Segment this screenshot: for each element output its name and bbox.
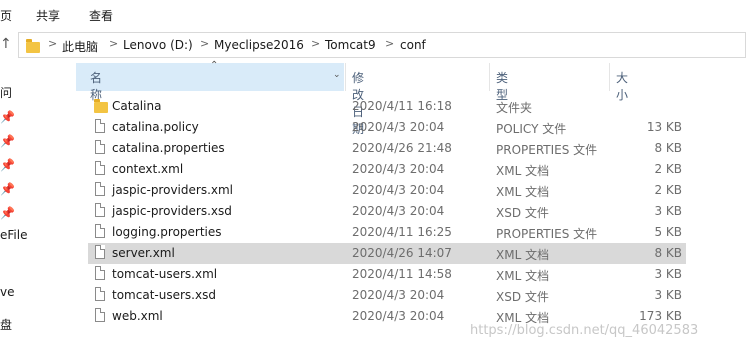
file-type: POLICY 文件 [496, 122, 567, 136]
file-icon [95, 182, 105, 196]
file-type: XSD 文件 [496, 206, 549, 220]
column-divider[interactable] [345, 63, 346, 91]
breadcrumb-myeclipse2016[interactable]: Myeclipse2016 [214, 38, 304, 52]
file-size: 3 KB [654, 288, 682, 302]
file-name: catalina.properties [112, 141, 225, 155]
file-name: server.xml [112, 246, 175, 260]
file-date: 2020/4/3 20:04 [352, 162, 445, 176]
breadcrumb-tomcat9[interactable]: Tomcat9 [325, 38, 376, 52]
folder-icon [94, 99, 108, 113]
file-date: 2020/4/3 20:04 [352, 288, 445, 302]
breadcrumb-separator: > [48, 37, 58, 50]
watermark: https://blog.csdn.net/qq_46042583 [470, 323, 699, 338]
file-date: 2020/4/3 20:04 [352, 120, 445, 134]
file-date: 2020/4/3 20:04 [352, 204, 445, 218]
nav-item[interactable]: 问 [0, 84, 12, 101]
file-name: tomcat-users.xsd [112, 288, 216, 302]
file-size: 8 KB [654, 141, 682, 155]
file-type: XML 文档 [496, 164, 550, 178]
file-icon [95, 161, 105, 175]
file-size: 5 KB [654, 225, 682, 239]
nav-item[interactable]: eFile [0, 228, 27, 242]
nav-item[interactable]: ve [0, 285, 14, 299]
file-size: 3 KB [654, 204, 682, 218]
file-row[interactable]: server.xml 2020/4/26 14:07 XML 文档 8 KB [88, 243, 686, 264]
breadcrumb-this-pc[interactable]: 此电脑 [62, 38, 98, 55]
file-date: 2020/4/3 20:04 [352, 309, 445, 323]
pin-icon: 📌 [0, 134, 15, 148]
file-row[interactable]: catalina.properties 2020/4/26 21:48 PROPER… [88, 138, 686, 159]
pin-icon: 📌 [0, 110, 15, 124]
file-size: 13 KB [646, 120, 682, 134]
file-row[interactable]: Catalina 2020/4/11 16:18 文件夹 [88, 96, 686, 117]
file-size: 2 KB [654, 162, 682, 176]
breadcrumb-separator: > [311, 37, 321, 50]
file-type: 文件夹 [496, 101, 533, 115]
file-type: XML 文档 [496, 269, 550, 283]
file-name: web.xml [112, 309, 163, 323]
file-size: 8 KB [654, 246, 682, 260]
ribbon: 页 共享 查看 [0, 0, 746, 30]
file-size: 3 KB [654, 267, 682, 281]
file-icon [95, 245, 105, 259]
ribbon-tab-page[interactable]: 页 [0, 7, 12, 24]
file-type: XML 文档 [496, 185, 550, 199]
navigation-pane: 问 eFile ve 盘 📌 📌 📌 📌 📌 [0, 62, 78, 351]
file-type: XSD 文件 [496, 290, 549, 304]
nav-item[interactable]: 盘 [0, 316, 12, 333]
column-divider[interactable] [609, 63, 610, 91]
file-name: context.xml [112, 162, 184, 176]
ribbon-tab-view[interactable]: 查看 [89, 7, 113, 24]
file-date: 2020/4/3 20:04 [352, 183, 445, 197]
file-name: tomcat-users.xml [112, 267, 218, 281]
column-divider[interactable] [489, 63, 490, 91]
ribbon-tab-share[interactable]: 共享 [36, 7, 60, 24]
file-type: PROPERTIES 文件 [496, 227, 598, 241]
file-row[interactable]: jaspic-providers.xsd 2020/4/3 20:04 XSD 文件… [88, 201, 686, 222]
file-type: XML 文档 [496, 248, 550, 262]
folder-icon [26, 39, 40, 53]
file-date: 2020/4/11 16:18 [352, 99, 452, 113]
file-row[interactable]: tomcat-users.xsd 2020/4/3 20:04 XSD 文件 3 KB [88, 285, 686, 306]
breadcrumb-separator: > [385, 37, 395, 50]
breadcrumb-lenovo-d[interactable]: Lenovo (D:) [123, 38, 193, 52]
file-size: 2 KB [654, 183, 682, 197]
file-row[interactable]: tomcat-users.xml 2020/4/11 14:58 XML 文档 3 K… [88, 264, 686, 285]
file-name: jaspic-providers.xsd [112, 204, 232, 218]
file-name: Catalina [112, 99, 162, 113]
file-icon [95, 224, 105, 238]
file-type: PROPERTIES 文件 [496, 143, 598, 157]
file-name: logging.properties [112, 225, 222, 239]
pin-icon: 📌 [0, 158, 15, 172]
file-row[interactable]: context.xml 2020/4/3 20:04 XML 文档 2 KB [88, 159, 686, 180]
sort-ascending-icon: ⌃ [210, 60, 219, 71]
pin-icon: 📌 [0, 206, 15, 220]
file-size: 173 KB [639, 309, 682, 323]
file-icon [95, 119, 105, 133]
file-row[interactable]: jaspic-providers.xml 2020/4/3 20:04 XML 文档… [88, 180, 686, 201]
chevron-down-icon[interactable]: ⌄ [333, 70, 341, 80]
file-icon [95, 266, 105, 280]
file-date: 2020/4/26 21:48 [352, 141, 452, 155]
file-icon [95, 140, 105, 154]
breadcrumb-separator: > [109, 37, 119, 50]
file-date: 2020/4/11 14:58 [352, 267, 452, 281]
file-row[interactable]: logging.properties 2020/4/11 16:25 PROPERT… [88, 222, 686, 243]
file-date: 2020/4/26 14:07 [352, 246, 452, 260]
breadcrumb-separator: > [200, 37, 210, 50]
file-row[interactable]: catalina.policy 2020/4/3 20:04 POLICY 文件 13… [88, 117, 686, 138]
breadcrumb-conf[interactable]: conf [400, 38, 426, 52]
file-icon [95, 287, 105, 301]
file-name: catalina.policy [112, 120, 199, 134]
file-icon [95, 308, 105, 322]
up-arrow-icon[interactable]: ↑ [0, 36, 12, 52]
pin-icon: 📌 [0, 182, 15, 196]
file-name: jaspic-providers.xml [112, 183, 234, 197]
file-date: 2020/4/11 16:25 [352, 225, 452, 239]
file-icon [95, 203, 105, 217]
